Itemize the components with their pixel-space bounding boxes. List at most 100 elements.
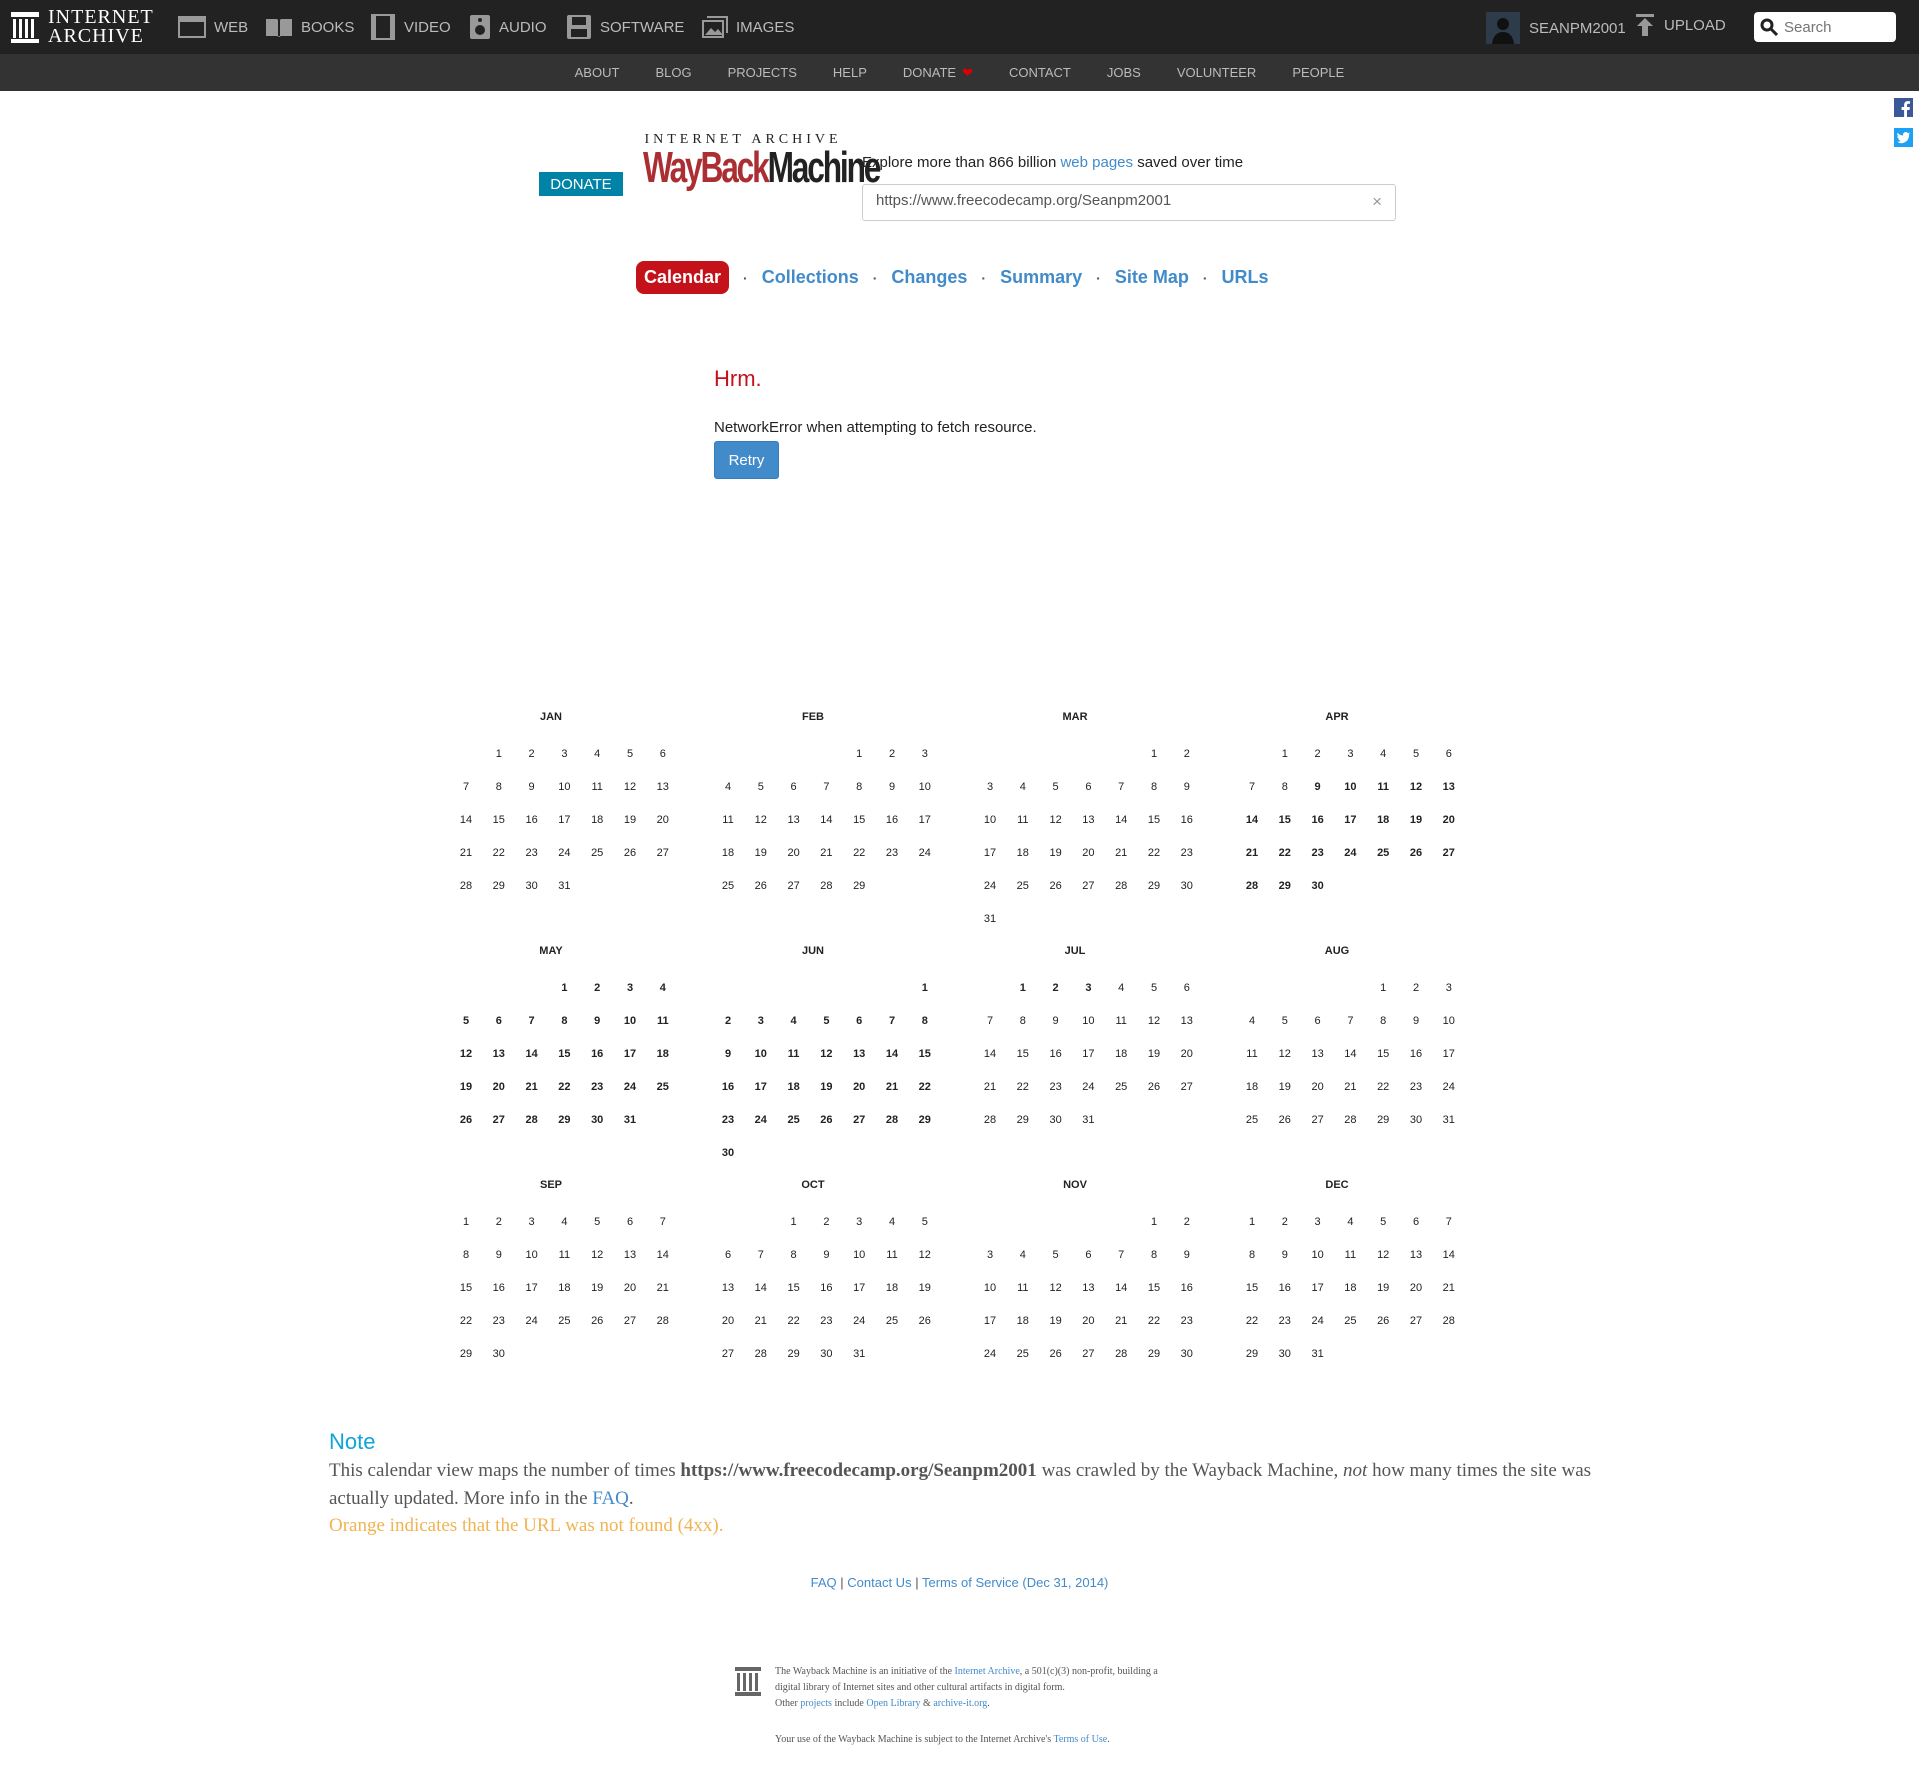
tab-summary[interactable]: Summary <box>1000 267 1082 288</box>
calendar-day-captured[interactable]: 18 <box>1370 807 1396 833</box>
calendar-day-captured[interactable]: 3 <box>617 975 643 1001</box>
calendar-day-captured[interactable]: 10 <box>1337 774 1363 800</box>
subnav-contact[interactable]: CONTACT <box>1009 65 1071 80</box>
calendar-day-captured[interactable]: 23 <box>715 1107 741 1133</box>
tab-changes[interactable]: Changes <box>891 267 967 288</box>
open-library-link[interactable]: Open Library <box>866 1698 920 1709</box>
calendar-day-captured[interactable]: 3 <box>1075 975 1101 1001</box>
calendar-day-captured[interactable]: 18 <box>781 1074 807 1100</box>
calendar-day-captured[interactable]: 24 <box>748 1107 774 1133</box>
calendar-day-captured[interactable]: 23 <box>1305 840 1331 866</box>
calendar-day-captured[interactable]: 7 <box>879 1008 905 1034</box>
subnav-volunteer[interactable]: VOLUNTEER <box>1177 65 1256 80</box>
calendar-day-captured[interactable]: 16 <box>584 1041 610 1067</box>
calendar-day-captured[interactable]: 15 <box>912 1041 938 1067</box>
calendar-day-captured[interactable]: 11 <box>650 1008 676 1034</box>
faq-link[interactable]: FAQ <box>592 1488 629 1509</box>
calendar-day-captured[interactable]: 2 <box>1043 975 1069 1001</box>
calendar-day-captured[interactable]: 26 <box>813 1107 839 1133</box>
calendar-day-captured[interactable]: 2 <box>715 1008 741 1034</box>
calendar-day-captured[interactable]: 12 <box>1403 774 1429 800</box>
internet-archive-link[interactable]: Internet Archive <box>955 1666 1020 1677</box>
calendar-day-captured[interactable]: 24 <box>1337 840 1363 866</box>
facebook-icon[interactable] <box>1894 98 1913 117</box>
calendar-day-captured[interactable]: 28 <box>1239 873 1265 899</box>
calendar-day-captured[interactable]: 30 <box>584 1107 610 1133</box>
calendar-day-captured[interactable]: 19 <box>453 1074 479 1100</box>
calendar-day-captured[interactable]: 5 <box>813 1008 839 1034</box>
calendar-day-captured[interactable]: 6 <box>846 1008 872 1034</box>
subnav-blog[interactable]: BLOG <box>655 65 691 80</box>
calendar-day-captured[interactable]: 4 <box>650 975 676 1001</box>
calendar-day-captured[interactable]: 27 <box>846 1107 872 1133</box>
calendar-day-captured[interactable]: 6 <box>486 1008 512 1034</box>
url-input[interactable]: https://www.freecodecamp.org/Seanpm2001 … <box>862 184 1396 221</box>
internet-archive-logo[interactable]: INTERNET ARCHIVE <box>10 7 154 46</box>
calendar-day-captured[interactable]: 21 <box>879 1074 905 1100</box>
calendar-day-captured[interactable]: 16 <box>1305 807 1331 833</box>
subnav-people[interactable]: PEOPLE <box>1292 65 1344 80</box>
calendar-day-captured[interactable]: 13 <box>486 1041 512 1067</box>
footer-faq-link[interactable]: FAQ <box>811 1575 837 1590</box>
calendar-day-captured[interactable]: 14 <box>879 1041 905 1067</box>
calendar-day-captured[interactable]: 30 <box>715 1140 741 1166</box>
web-pages-link[interactable]: web pages <box>1060 154 1133 171</box>
calendar-day-captured[interactable]: 3 <box>748 1008 774 1034</box>
calendar-day-captured[interactable]: 5 <box>453 1008 479 1034</box>
calendar-day-captured[interactable]: 14 <box>1239 807 1265 833</box>
tab-site-map[interactable]: Site Map <box>1115 267 1189 288</box>
calendar-day-captured[interactable]: 20 <box>1436 807 1462 833</box>
calendar-day-captured[interactable]: 22 <box>912 1074 938 1100</box>
calendar-day-captured[interactable]: 17 <box>1337 807 1363 833</box>
subnav-help[interactable]: HELP <box>833 65 867 80</box>
calendar-day-captured[interactable]: 29 <box>1272 873 1298 899</box>
calendar-day-captured[interactable]: 26 <box>1403 840 1429 866</box>
nav-web[interactable]: WEB <box>178 0 248 54</box>
calendar-day-captured[interactable]: 9 <box>715 1041 741 1067</box>
tab-collections[interactable]: Collections <box>762 267 859 288</box>
projects-link[interactable]: projects <box>800 1698 832 1709</box>
footer-contact-link[interactable]: Contact Us <box>847 1575 911 1590</box>
clear-icon[interactable]: × <box>1372 192 1382 213</box>
calendar-day-captured[interactable]: 8 <box>551 1008 577 1034</box>
subnav-jobs[interactable]: JOBS <box>1107 65 1141 80</box>
calendar-day-captured[interactable]: 19 <box>1403 807 1429 833</box>
calendar-day-captured[interactable]: 2 <box>584 975 610 1001</box>
tab-calendar[interactable]: Calendar <box>636 261 730 294</box>
calendar-day-captured[interactable]: 29 <box>551 1107 577 1133</box>
calendar-day-captured[interactable]: 28 <box>879 1107 905 1133</box>
calendar-day-captured[interactable]: 10 <box>748 1041 774 1067</box>
calendar-day-captured[interactable]: 22 <box>551 1074 577 1100</box>
calendar-day-captured[interactable]: 15 <box>1272 807 1298 833</box>
footer-terms-link[interactable]: Terms of Service (Dec 31, 2014) <box>922 1575 1108 1590</box>
calendar-day-captured[interactable]: 31 <box>617 1107 643 1133</box>
archive-it-link[interactable]: archive-it.org <box>933 1698 987 1709</box>
search-input[interactable] <box>1784 18 1894 36</box>
calendar-day-captured[interactable]: 21 <box>519 1074 545 1100</box>
calendar-day-captured[interactable]: 4 <box>781 1008 807 1034</box>
calendar-day-captured[interactable]: 29 <box>912 1107 938 1133</box>
calendar-day-captured[interactable]: 12 <box>813 1041 839 1067</box>
calendar-day-captured[interactable]: 28 <box>519 1107 545 1133</box>
calendar-day-captured[interactable]: 12 <box>453 1041 479 1067</box>
calendar-day-captured[interactable]: 27 <box>486 1107 512 1133</box>
calendar-day-captured[interactable]: 17 <box>617 1041 643 1067</box>
calendar-day-captured[interactable]: 21 <box>1239 840 1265 866</box>
calendar-day-captured[interactable]: 7 <box>519 1008 545 1034</box>
tab-urls[interactable]: URLs <box>1222 267 1269 288</box>
nav-software[interactable]: SOFTWARE <box>566 0 684 54</box>
nav-images[interactable]: IMAGES <box>702 0 794 54</box>
calendar-day-captured[interactable]: 1 <box>912 975 938 1001</box>
calendar-day-captured[interactable]: 23 <box>584 1074 610 1100</box>
search-box[interactable] <box>1754 12 1896 42</box>
calendar-day-captured[interactable]: 11 <box>1370 774 1396 800</box>
calendar-day-captured[interactable]: 24 <box>617 1074 643 1100</box>
calendar-day-captured[interactable]: 30 <box>1305 873 1331 899</box>
calendar-day-captured[interactable]: 1 <box>1010 975 1036 1001</box>
upload-button[interactable]: UPLOAD <box>1636 14 1726 36</box>
calendar-day-captured[interactable]: 25 <box>781 1107 807 1133</box>
calendar-day-captured[interactable]: 9 <box>1298 767 1337 806</box>
calendar-day-captured[interactable]: 20 <box>846 1074 872 1100</box>
calendar-day-captured[interactable]: 9 <box>584 1008 610 1034</box>
retry-button[interactable]: Retry <box>714 441 779 479</box>
